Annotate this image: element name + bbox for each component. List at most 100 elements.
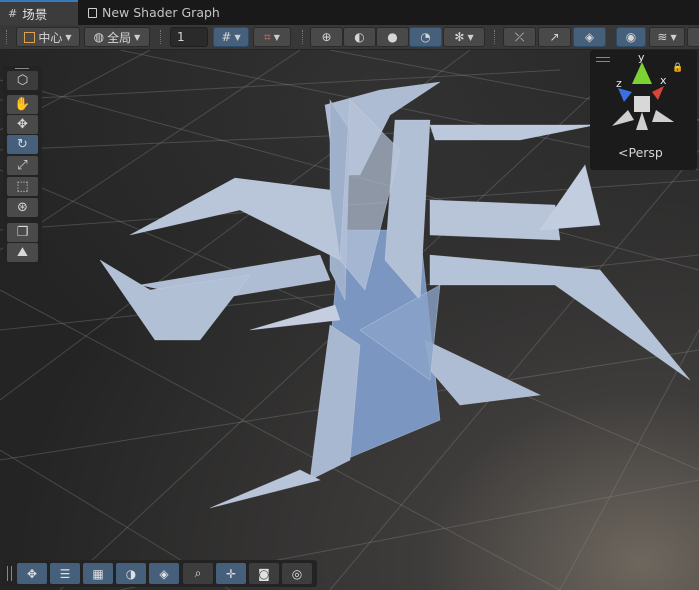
pivot-mode-dropdown[interactable]: 中心 ▼	[16, 27, 80, 47]
pivot-space-dropdown[interactable]: ◍ 全局 ▼	[84, 27, 150, 47]
search-overlay-button[interactable]: ⌕	[183, 563, 213, 584]
align-icon: ☰	[59, 566, 71, 581]
tab-shader-graph[interactable]: New Shader Graph	[80, 0, 228, 25]
chevron-down-icon: ▼	[65, 32, 72, 42]
chevron-down-icon: ▼	[273, 32, 280, 42]
view-tool-button[interactable]: ⬡	[7, 71, 38, 90]
pivot-mode-label: 中心	[38, 30, 63, 45]
y-axis-label: y	[638, 51, 645, 64]
tab-scene[interactable]: # 场景	[0, 0, 78, 25]
z-axis-cone[interactable]	[618, 88, 632, 102]
shader-graph-icon	[88, 7, 97, 18]
scale-icon: ⤢	[17, 158, 28, 173]
perspective-icon: <	[618, 145, 629, 160]
scale-tool-button[interactable]: ⤢	[7, 156, 38, 175]
terrain-tool-button[interactable]: ⛰	[7, 243, 38, 262]
rect-tool-button[interactable]: ⬚	[7, 177, 38, 196]
pivot-overlay-button[interactable]: ✛	[216, 563, 246, 584]
2d-toggle-icon: ⤫	[514, 29, 525, 44]
grid-snap-icon: #	[221, 30, 232, 44]
hand-tool-button[interactable]: ✋	[7, 95, 38, 114]
gizmo-center-cube[interactable]	[634, 96, 650, 112]
panel-grip[interactable]	[7, 566, 12, 581]
toolbar-overflow[interactable]	[687, 27, 699, 47]
camera-icon: ◙	[258, 566, 270, 581]
align-button[interactable]: ☰	[50, 563, 80, 584]
shaded-wireframe-mode-button[interactable]: ◐	[343, 27, 376, 47]
toolbar-grip[interactable]	[494, 30, 497, 44]
custom-tool-button[interactable]: ❐	[7, 223, 38, 242]
effects-toggle[interactable]: ◈	[573, 27, 606, 47]
camera-overlay-button[interactable]: ◙	[249, 563, 279, 584]
wireframe-sphere-icon: ⊕	[321, 30, 332, 44]
toolbar-grip[interactable]	[160, 30, 163, 44]
shaded-sphere-icon: ●	[387, 30, 398, 44]
toolbar-grip[interactable]	[302, 30, 305, 44]
view-cube-icon: ⬡	[16, 73, 29, 88]
compass-overlay-button[interactable]: ◎	[282, 563, 312, 584]
scene-toolbar: 中心 ▼ ◍ 全局 ▼ 1 # ▼ ⌗ ▼ ⊕ ◐ ● ◔ ✻ ▼ ⤫ ↗ ◈ …	[0, 25, 699, 50]
tab-scene-label: 场景	[22, 7, 48, 22]
move-overlay-button[interactable]: ✥	[17, 563, 47, 584]
shading-icon: ◑	[125, 566, 137, 581]
custom-tool-icon: ❐	[16, 225, 29, 240]
compass-icon: ◎	[291, 566, 303, 581]
unlit-sphere-icon: ◔	[420, 30, 431, 44]
move-overlay-icon: ✥	[26, 566, 38, 581]
chevron-down-icon: ▼	[234, 32, 241, 42]
orientation-gizmo[interactable]: y z x	[590, 50, 697, 140]
grid-snap-icon: ▦	[92, 566, 104, 581]
transform-icon: ⊛	[17, 200, 28, 215]
z-axis-label: z	[616, 77, 622, 90]
grid-snap-button[interactable]: # ▼	[213, 27, 249, 47]
orientation-gizmo-panel: 🔒 y z x <Persp	[590, 50, 697, 170]
projection-toggle[interactable]: <Persp	[618, 145, 663, 160]
toolbar-grip[interactable]	[6, 30, 9, 44]
chevron-down-icon: ▼	[467, 32, 474, 42]
x-axis-cone[interactable]	[652, 86, 664, 100]
visibility-eye-icon: ◉	[625, 30, 637, 44]
overlay-toolbar: ✥ ☰ ▦ ◑ ◈ ⌕ ✛ ◙ ◎	[3, 560, 317, 587]
lighting-toggle-icon: ↗	[549, 30, 560, 44]
globe-icon: ◍	[93, 30, 105, 44]
2d-mode-toggle[interactable]: ⤫	[503, 27, 536, 47]
terrain-tool-icon: ⛰	[17, 245, 28, 260]
shaded-mode-button[interactable]: ●	[376, 27, 409, 47]
rotate-icon: ↻	[17, 137, 28, 152]
grid-icon: #	[8, 7, 18, 20]
effects-icon: ◈	[584, 30, 595, 44]
rect-icon: ⬚	[16, 179, 29, 194]
grid-snap-overlay-button[interactable]: ▦	[83, 563, 113, 584]
layers-overlay-button[interactable]: ◈	[149, 563, 179, 584]
pivot-icon	[24, 31, 36, 43]
layers-icon: ≋	[657, 30, 668, 44]
lighting-toggle[interactable]: ↗	[538, 27, 571, 47]
chevron-down-icon: ▼	[134, 32, 141, 42]
hand-icon: ✋	[14, 97, 31, 112]
snap-increment-field[interactable]: 1	[170, 27, 208, 47]
increment-snap-button[interactable]: ⌗ ▼	[253, 27, 291, 47]
transform-tool-button[interactable]: ⊛	[7, 198, 38, 217]
layers-dropdown[interactable]: ≋ ▼	[649, 27, 685, 47]
y-axis-cone[interactable]	[632, 62, 652, 84]
shading-overlay-button[interactable]: ◑	[116, 563, 146, 584]
pivot-icon: ✛	[225, 566, 237, 581]
debug-draw-mode-button[interactable]: ✻ ▼	[443, 27, 485, 47]
scene-visibility-toggle[interactable]: ◉	[616, 27, 646, 47]
wireframe-mode-button[interactable]: ⊕	[310, 27, 343, 47]
x-axis-label: x	[660, 74, 667, 87]
pivot-space-label: 全局	[107, 30, 132, 45]
tab-shader-graph-label: New Shader Graph	[102, 5, 220, 20]
unlit-mode-button[interactable]: ◔	[409, 27, 442, 47]
projection-label: Persp	[628, 145, 663, 160]
move-tool-button[interactable]: ✥	[7, 115, 38, 134]
rotate-tool-button[interactable]: ↻	[7, 135, 38, 154]
shaded-wireframe-icon: ◐	[354, 30, 365, 44]
layers-overlay-icon: ◈	[159, 566, 169, 581]
tab-bar: # 场景 New Shader Graph	[0, 0, 699, 26]
tools-overlay: ⬡ ✋ ✥ ↻ ⤢ ⬚ ⊛ ❐ ⛰	[3, 66, 42, 266]
chevron-down-icon: ▼	[670, 32, 677, 42]
debug-bug-icon: ✻	[454, 30, 465, 44]
increment-snap-icon: ⌗	[264, 29, 271, 44]
move-icon: ✥	[17, 117, 28, 132]
